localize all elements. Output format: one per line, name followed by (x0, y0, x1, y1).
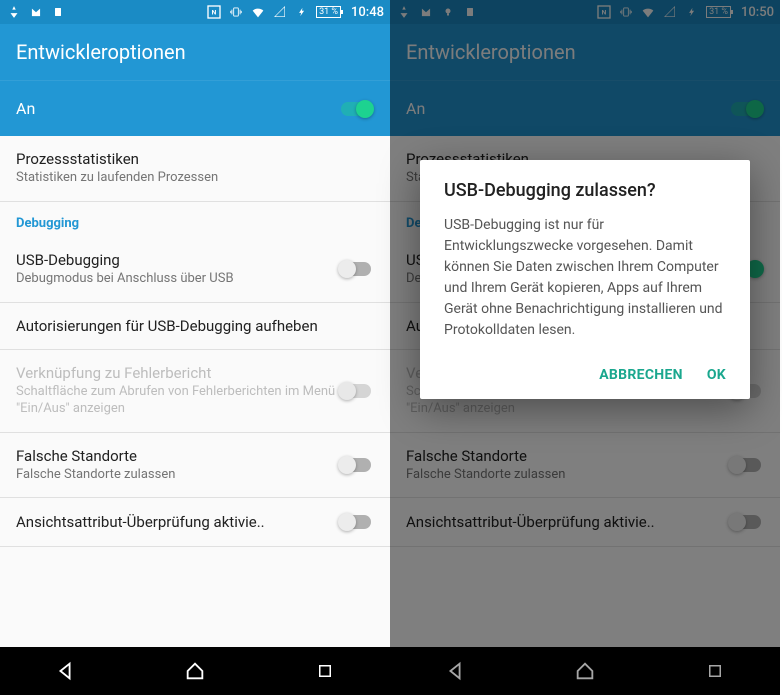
settings-list[interactable]: Prozessstatistiken Statistiken zu laufend… (0, 136, 390, 647)
setting-item[interactable]: Autorisierungen für USB-Debugging aufheb… (0, 303, 390, 350)
setting-subtitle: Debugmodus bei Anschluss über USB (16, 271, 338, 288)
setting-title: Autorisierungen für USB-Debugging aufheb… (16, 317, 374, 335)
master-switch[interactable] (338, 99, 374, 119)
ok-button[interactable]: OK (707, 367, 726, 383)
setting-subtitle: Statistiken zu laufenden Prozessen (16, 170, 374, 187)
sim-icon (50, 4, 66, 20)
master-toggle-row[interactable]: An (0, 80, 390, 136)
mail-icon (28, 4, 44, 20)
section-header: Debugging (0, 202, 390, 237)
setting-item[interactable]: Ansichtsattribut-Überprüfung aktivie.. (0, 498, 390, 547)
setting-subtitle: Falsche Standorte zulassen (16, 467, 338, 484)
device-right: N 31 % 10:50 Entwickleroptionen An Proze… (390, 0, 780, 695)
app-bar: Entwickleroptionen (0, 24, 390, 80)
setting-title: USB-Debugging (16, 251, 338, 269)
navigation-bar (0, 647, 390, 695)
cancel-button[interactable]: Abbrechen (599, 367, 683, 383)
master-toggle-label: An (16, 99, 35, 118)
setting-title: Ansichtsattribut-Überprüfung aktivie.. (16, 513, 338, 531)
dialog-title: USB-Debugging zulassen? (444, 180, 726, 201)
recent-button[interactable] (313, 659, 337, 683)
setting-subtitle: Schaltfläche zum Abrufen von Fehlerberic… (16, 384, 338, 418)
setting-switch[interactable] (338, 455, 374, 475)
setting-title: Falsche Standorte (16, 447, 338, 465)
wifi-icon (250, 4, 266, 20)
wifi-direct-icon (6, 4, 22, 20)
setting-item[interactable]: USB-Debugging Debugmodus bei Anschluss üb… (0, 237, 390, 303)
setting-item[interactable]: Prozessstatistiken Statistiken zu laufend… (0, 136, 390, 202)
nfc-icon: N (206, 4, 222, 20)
status-time: 10:48 (351, 5, 384, 20)
dialog-body: USB-Debugging ist nur für Entwicklungszw… (444, 215, 726, 341)
setting-item: Verknüpfung zu Fehlerbericht Schaltfläche… (0, 350, 390, 433)
setting-switch (338, 381, 374, 401)
signal-icon (272, 4, 288, 20)
setting-item[interactable]: Falsche Standorte Falsche Standorte zulas… (0, 433, 390, 499)
status-bar: N 31 % 10:48 (0, 0, 390, 24)
setting-switch[interactable] (338, 512, 374, 532)
setting-switch[interactable] (338, 259, 374, 279)
svg-text:N: N (212, 9, 217, 17)
device-left: N 31 % 10:48 Entwickleroptionen An Proze… (0, 0, 390, 695)
battery-indicator: 31 % (316, 6, 341, 18)
back-button[interactable] (53, 659, 77, 683)
home-button[interactable] (183, 659, 207, 683)
lightning-icon (294, 4, 310, 20)
usb-debugging-dialog: USB-Debugging zulassen? USB-Debugging is… (420, 160, 750, 399)
vibrate-icon (228, 4, 244, 20)
page-title: Entwickleroptionen (16, 40, 186, 64)
setting-title: Prozessstatistiken (16, 150, 374, 168)
setting-title: Verknüpfung zu Fehlerbericht (16, 364, 338, 382)
